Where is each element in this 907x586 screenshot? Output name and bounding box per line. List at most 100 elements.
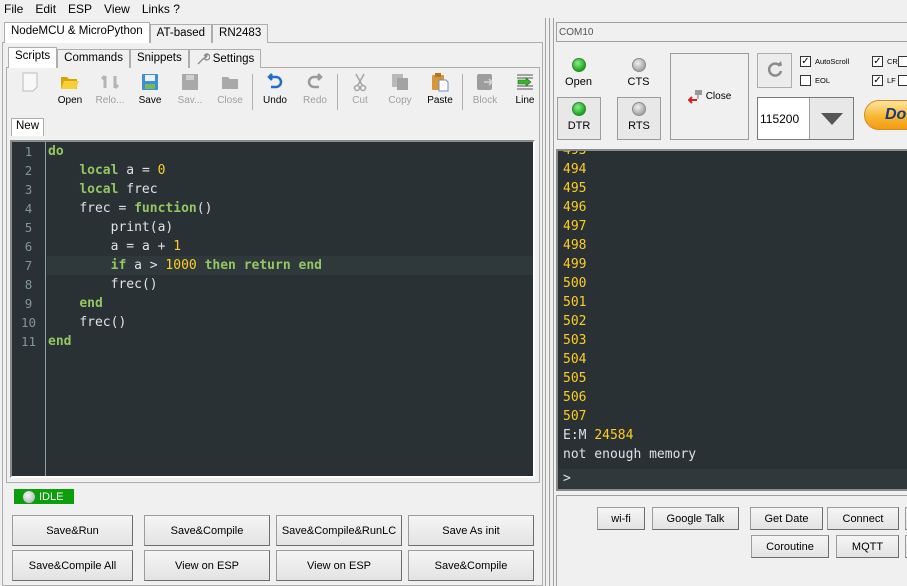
terminal-line: 494 (563, 162, 587, 177)
open-button[interactable]: Open (50, 70, 90, 112)
save-all-icon (180, 72, 200, 92)
checkmark-icon: ✓ (872, 56, 883, 67)
terminal-line: 505 (563, 371, 587, 386)
line-number: 3 (24, 182, 33, 197)
send-line-button[interactable]: Line (505, 70, 545, 112)
autoscroll-checkbox[interactable]: ✓ AutoScroll (800, 56, 849, 67)
terminal-line: 495 (563, 181, 587, 196)
code-line[interactable]: frec() (47, 313, 533, 332)
terminal-line: 504 (563, 352, 587, 367)
close-port-button[interactable]: Close (670, 53, 749, 140)
reload-button[interactable]: Relo... (90, 70, 130, 112)
code-editor[interactable]: 1 2 3 4 5 6 7 8 9 10 11 do local a = 0 local frec … (10, 140, 535, 478)
port-title: COM10 (556, 22, 907, 42)
code-line[interactable]: frec() (47, 275, 533, 294)
view-on-esp-button[interactable]: View on ESP (144, 550, 270, 581)
menu-bar: File Edit ESP View Links ? (0, 0, 907, 18)
terminal-line: not enough memory (563, 447, 697, 462)
led-on-icon (571, 58, 586, 72)
snippet-mqtt-button[interactable]: MQTT (836, 535, 899, 558)
terminal-output[interactable]: 493 494 495 496 497 498 499 500 501 502 503 504 505 5… (556, 149, 907, 491)
save-compile-button[interactable]: Save&Compile (144, 515, 270, 546)
editor-toolbar: Open Relo... Save Sav... Close Undo Redo (10, 70, 545, 112)
save-icon (140, 72, 160, 92)
terminal-line: 496 (563, 200, 587, 215)
tab-rn2483[interactable]: RN2483 (212, 24, 269, 43)
snippet-coroutine-button[interactable]: Coroutine (751, 535, 829, 558)
toolbar-separator (337, 74, 338, 110)
cut-button[interactable]: Cut (340, 70, 380, 112)
cr-checkbox[interactable]: ✓ CR (872, 56, 898, 67)
donate-button[interactable]: Do (864, 100, 907, 130)
reload-icon (100, 72, 120, 92)
toolbar-separator (462, 74, 463, 110)
menu-links[interactable]: Links ? (142, 2, 180, 16)
status-led-icon (23, 490, 35, 503)
wrench-icon (196, 52, 210, 66)
menu-file[interactable]: File (4, 2, 23, 16)
extra-checkbox-1[interactable] (898, 56, 907, 67)
refresh-ports-button[interactable] (757, 53, 792, 88)
terminal-line: 499 (563, 257, 587, 272)
file-tab-new[interactable]: New (11, 118, 45, 136)
snippet-connect-button[interactable]: Connect (827, 507, 899, 530)
terminal-line: 507 (563, 409, 587, 424)
terminal-line: 501 (563, 295, 587, 310)
tab-settings[interactable]: Settings (188, 49, 262, 68)
save-run-button[interactable]: Save&Run (12, 515, 133, 546)
snippet-get-date-button[interactable]: Get Date (750, 507, 823, 530)
save-as-init-button[interactable]: Save As init (408, 515, 534, 546)
code-line[interactable]: local a = 0 (47, 161, 533, 180)
code-line[interactable]: frec = function() (47, 199, 533, 218)
code-line[interactable]: end (47, 294, 533, 313)
baud-rate-select[interactable]: 115200 (757, 97, 854, 140)
snippet-wifi-button[interactable]: wi-fi (597, 507, 645, 530)
code-line[interactable]: do (47, 142, 533, 161)
open-indicator[interactable]: Open (558, 54, 599, 92)
code-line[interactable]: a = a + 1 (47, 237, 533, 256)
tab-snippets[interactable]: Snippets (129, 49, 189, 68)
pane-splitter[interactable] (545, 18, 554, 586)
chevron-down-icon[interactable] (809, 98, 853, 139)
extra-checkbox-2[interactable] (898, 75, 907, 86)
save-all-button[interactable]: Sav... (170, 70, 210, 112)
tab-scripts[interactable]: Scripts (8, 47, 58, 68)
redo-icon (305, 72, 325, 92)
tab-nodemcu-micropython[interactable]: NodeMCU & MicroPython (4, 22, 150, 43)
copy-button[interactable]: Copy (380, 70, 420, 112)
save-compile-runlc-button[interactable]: Save&Compile&RunLC (276, 515, 402, 546)
terminal-line: 502 (563, 314, 587, 329)
terminal-line: 506 (563, 390, 587, 405)
menu-edit[interactable]: Edit (35, 2, 56, 16)
eol-checkbox[interactable]: EOL (800, 75, 830, 86)
menu-view[interactable]: View (104, 2, 130, 16)
undo-button[interactable]: Undo (255, 70, 295, 112)
menu-esp[interactable]: ESP (68, 2, 92, 16)
line-number: 7 (24, 258, 33, 273)
right-pane: COM10 Open CTS DTR RTS Close ✓ AutoScrol… (554, 18, 907, 586)
code-line[interactable]: local frec (47, 180, 533, 199)
code-line[interactable]: end (47, 332, 533, 351)
snippet-google-talk-button[interactable]: Google Talk (652, 507, 739, 530)
dtr-toggle[interactable]: DTR (557, 97, 601, 140)
line-number: 5 (24, 220, 33, 235)
code-line[interactable]: if a > 1000 then return end (47, 256, 533, 275)
redo-button[interactable]: Redo (295, 70, 335, 112)
code-line[interactable]: print(a) (47, 218, 533, 237)
send-block-button[interactable]: Block (465, 70, 505, 112)
code-area[interactable]: do local a = 0 local frec frec = functio… (47, 142, 533, 351)
tab-at-based[interactable]: AT-based (149, 24, 213, 43)
save-compile-all-button[interactable]: Save&Compile All (12, 550, 133, 581)
lf-checkbox[interactable]: ✓ LF (872, 75, 896, 86)
view-on-esp-button-2[interactable]: View on ESP (276, 550, 402, 581)
save-button[interactable]: Save (130, 70, 170, 112)
paste-button[interactable]: Paste (420, 70, 460, 112)
undo-icon (265, 72, 285, 92)
close-file-button[interactable]: Close (210, 70, 250, 112)
refresh-icon (766, 60, 784, 81)
new-file-button[interactable] (10, 70, 50, 112)
save-compile-button-2[interactable]: Save&Compile (408, 550, 534, 581)
tab-commands[interactable]: Commands (57, 49, 130, 68)
rts-toggle[interactable]: RTS (617, 97, 661, 140)
terminal-prompt[interactable]: > (558, 469, 907, 489)
